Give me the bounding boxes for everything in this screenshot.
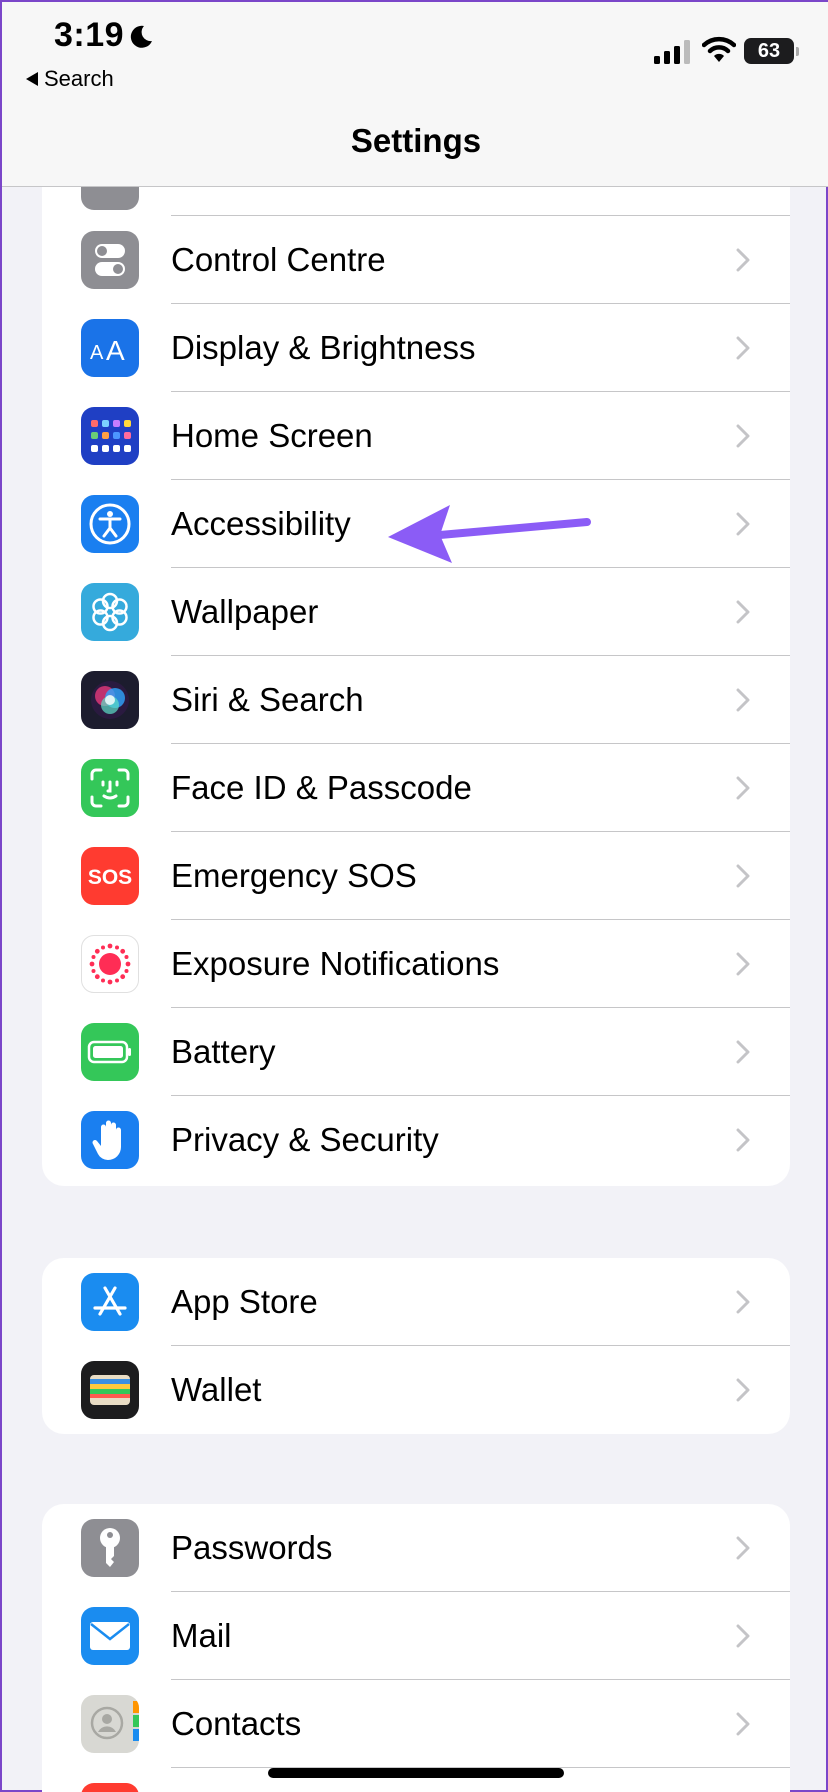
list-item-label: Home Screen <box>171 417 373 454</box>
list-item-home-screen[interactable]: Home Screen <box>42 392 790 480</box>
page-title: Settings <box>350 122 482 159</box>
chevron-right-icon <box>736 248 750 272</box>
status-time: 3:19 <box>54 16 125 54</box>
list-item-exposure-notifications[interactable]: Exposure Notifications <box>42 920 790 1008</box>
app-icon <box>81 1783 139 1792</box>
wifi-icon <box>702 36 736 62</box>
contacts-icon <box>81 1695 139 1753</box>
list-item-label: App Store <box>171 1283 318 1320</box>
back-to-search-button[interactable]: Search <box>26 66 114 92</box>
list-item-label: Exposure Notifications <box>171 945 500 982</box>
control-centre-icon <box>81 231 139 289</box>
battery-status: 63 <box>744 38 799 64</box>
chevron-right-icon <box>736 1624 750 1648</box>
back-label: Search <box>44 66 114 91</box>
privacy-hand-icon <box>81 1111 139 1169</box>
settings-group-apps: Passwords Mail Contacts <box>42 1504 790 1792</box>
chevron-right-icon <box>736 1536 750 1560</box>
list-item-app-store[interactable]: App Store <box>42 1258 790 1346</box>
chevron-right-icon <box>736 864 750 888</box>
wallpaper-icon <box>81 583 139 641</box>
svg-text:SOS: SOS <box>88 866 132 889</box>
chevron-right-icon <box>736 1712 750 1736</box>
siri-icon <box>81 671 139 729</box>
list-item-label: Face ID & Passcode <box>171 769 472 806</box>
moon-icon <box>130 25 152 48</box>
list-item-display-brightness[interactable]: AA Display & Brightness <box>42 304 790 392</box>
list-item-label: Wallpaper <box>171 593 319 630</box>
list-item-label: Passwords <box>171 1529 333 1566</box>
list-item-contacts[interactable]: Contacts <box>42 1680 790 1768</box>
chevron-right-icon <box>736 952 750 976</box>
list-item-label: Accessibility <box>171 505 351 542</box>
list-item-emergency-sos[interactable]: SOS Emergency SOS <box>42 832 790 920</box>
chevron-right-icon <box>736 512 750 536</box>
battery-icon <box>81 1023 139 1081</box>
list-item-label: Contacts <box>171 1705 302 1742</box>
list-item-siri-search[interactable]: Siri & Search <box>42 656 790 744</box>
list-item-wallet[interactable]: Wallet <box>42 1346 790 1434</box>
sos-icon: SOS <box>81 847 139 905</box>
list-item-label: Privacy & Security <box>171 1121 439 1158</box>
svg-text:A: A <box>106 335 125 363</box>
mail-icon <box>81 1607 139 1665</box>
settings-group-general: Control Centre AA Display & Brightness H… <box>42 122 790 1186</box>
cellular-signal-icon <box>654 40 690 64</box>
display-brightness-icon: AA <box>81 319 139 377</box>
list-item-label: Battery <box>171 1033 276 1070</box>
home-indicator <box>268 1768 564 1778</box>
annotation-arrow <box>388 505 591 563</box>
list-item-face-id[interactable]: Face ID & Passcode <box>42 744 790 832</box>
list-item-label: Display & Brightness <box>171 329 476 366</box>
list-item-label: Emergency SOS <box>171 857 417 894</box>
key-icon <box>81 1519 139 1577</box>
exposure-icon <box>81 935 139 993</box>
home-screen-icon <box>81 407 139 465</box>
chevron-right-icon <box>736 336 750 360</box>
app-store-icon <box>81 1273 139 1331</box>
list-item-label: Wallet <box>171 1371 262 1408</box>
list-item-label: Mail <box>171 1617 232 1654</box>
chevron-right-icon <box>736 1378 750 1402</box>
wallet-icon <box>81 1361 139 1419</box>
accessibility-icon <box>81 495 139 553</box>
list-item-wallpaper[interactable]: Wallpaper <box>42 568 790 656</box>
face-id-icon <box>81 759 139 817</box>
settings-group-store: App Store Wallet <box>42 1258 790 1434</box>
list-item-mail[interactable]: Mail <box>42 1592 790 1680</box>
navigation-bar: 3:19 Search 63 Settings <box>2 2 828 187</box>
chevron-right-icon <box>736 600 750 624</box>
chevron-right-icon <box>736 688 750 712</box>
list-item-control-centre[interactable]: Control Centre <box>42 216 790 304</box>
list-item-passwords[interactable]: Passwords <box>42 1504 790 1592</box>
svg-text:A: A <box>90 342 104 363</box>
list-item-label: Control Centre <box>171 241 386 278</box>
back-arrow-icon <box>26 72 38 86</box>
chevron-right-icon <box>736 776 750 800</box>
chevron-right-icon <box>736 1128 750 1152</box>
list-item-label: Siri & Search <box>171 681 364 718</box>
chevron-right-icon <box>736 424 750 448</box>
list-item-battery[interactable]: Battery <box>42 1008 790 1096</box>
list-item-privacy-security[interactable]: Privacy & Security <box>42 1096 790 1184</box>
chevron-right-icon <box>736 1040 750 1064</box>
chevron-right-icon <box>736 1290 750 1314</box>
